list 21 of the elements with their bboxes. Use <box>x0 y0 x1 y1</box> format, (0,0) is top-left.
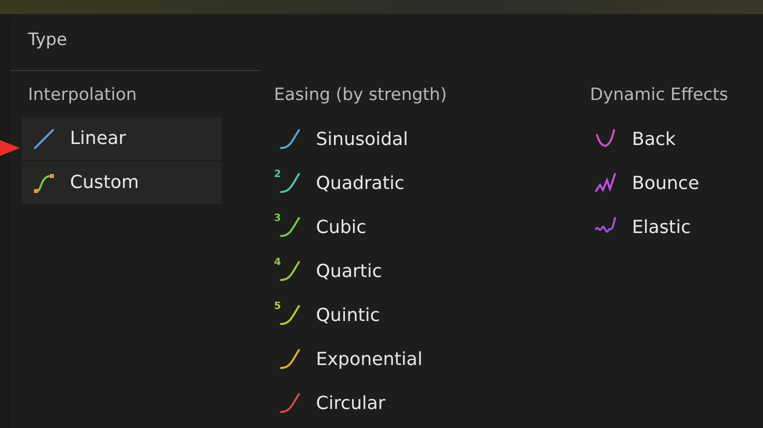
exponent-label: 5 <box>274 301 281 312</box>
menu-item[interactable]: Circular <box>268 381 584 425</box>
menu-item[interactable]: Sinusoidal <box>268 117 584 161</box>
menu-item[interactable]: 4 Quartic <box>268 249 584 293</box>
menu-item[interactable]: Linear <box>22 117 222 161</box>
menu-item[interactable]: Bounce <box>584 161 754 205</box>
column-heading: Dynamic Effects <box>589 85 730 107</box>
menu-item[interactable]: Exponential <box>268 337 584 381</box>
menu-item[interactable]: 2 Quadratic <box>268 161 584 205</box>
menu-item[interactable]: 3 Cubic <box>268 205 584 249</box>
exponent-label: 3 <box>274 213 281 224</box>
column-heading: Interpolation <box>27 85 138 107</box>
exponent-label: 2 <box>274 169 281 180</box>
menu-item[interactable]: Back <box>584 117 754 161</box>
menu-item[interactable]: Custom <box>22 161 222 205</box>
exponent-label: 4 <box>274 257 281 268</box>
menu-item[interactable]: Elastic <box>584 205 754 249</box>
pointer-arrow-icon <box>0 140 20 156</box>
menu-title: Type <box>27 30 68 52</box>
menu-item[interactable]: 5 Quintic <box>268 293 584 337</box>
column-heading: Easing (by strength) <box>273 85 448 107</box>
